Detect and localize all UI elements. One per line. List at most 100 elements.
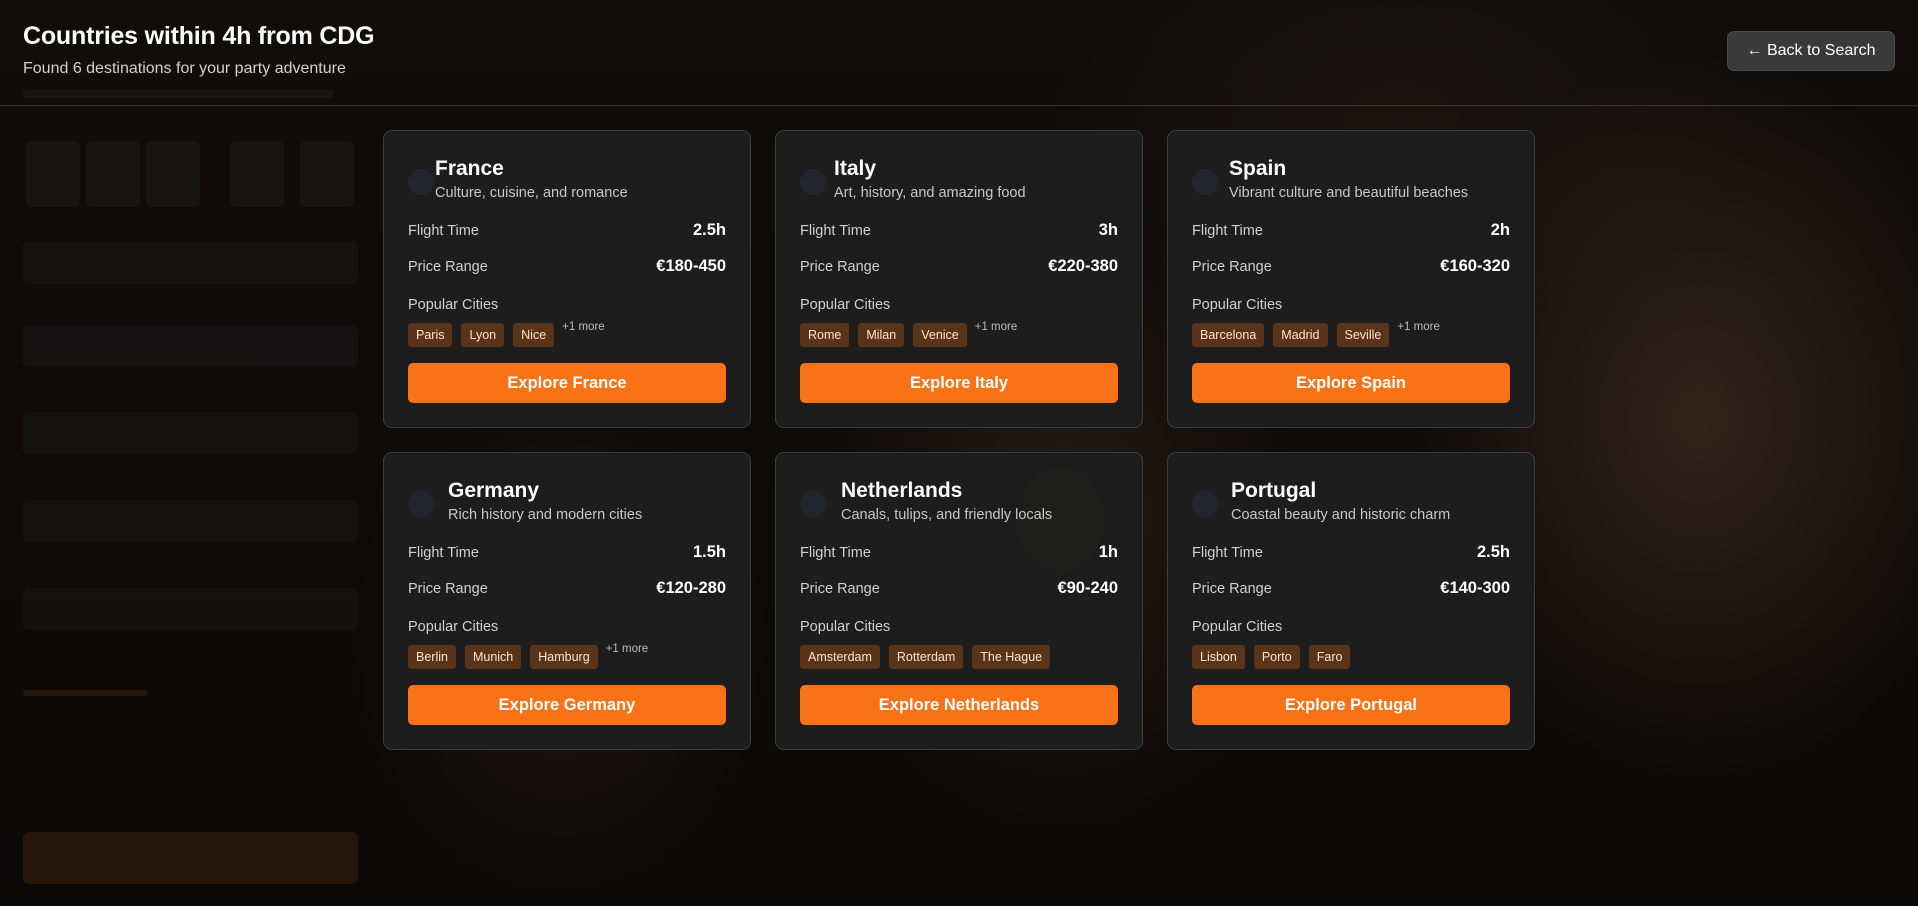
back-to-search-button[interactable]: ← Back to Search — [1727, 31, 1895, 71]
country-name: Germany — [448, 479, 540, 502]
more-cities-label: +1 more — [562, 321, 605, 333]
flight-time-value: 1h — [1098, 543, 1118, 561]
city-chip: Venice — [913, 323, 967, 347]
city-chip: Hamburg — [530, 645, 598, 669]
popular-cities-label: Popular Cities — [408, 619, 499, 635]
country-flag-icon — [408, 169, 434, 195]
sidebar-field — [23, 412, 358, 454]
explore-country-button[interactable]: Explore Portugal — [1192, 685, 1510, 725]
flight-time-value: 2.5h — [692, 221, 726, 239]
popular-cities-label: Popular Cities — [1192, 297, 1283, 313]
country-name: France — [435, 157, 504, 180]
city-chip: Porto — [1253, 645, 1300, 669]
sidebar-slider — [23, 690, 148, 696]
explore-country-button[interactable]: Explore Italy — [800, 363, 1118, 403]
page-title: Countries within 4h from CDG — [23, 22, 375, 50]
explore-country-button[interactable]: Explore France — [408, 363, 726, 403]
city-chip: Seville — [1336, 323, 1390, 347]
city-chip: Lisbon — [1192, 645, 1245, 669]
city-chip: Nice — [513, 323, 555, 347]
country-description: Canals, tulips, and friendly locals — [841, 507, 1053, 523]
country-name: Portugal — [1231, 479, 1317, 502]
city-chip: Amsterdam — [800, 645, 880, 669]
sidebar-tile — [230, 141, 284, 207]
flight-time-label: Flight Time — [408, 223, 479, 239]
city-chip: Faro — [1308, 645, 1351, 669]
sidebar-field — [23, 588, 358, 630]
city-chip: Munich — [464, 645, 522, 669]
ghost-line — [23, 90, 333, 98]
explore-country-button[interactable]: Explore Germany — [408, 685, 726, 725]
popular-cities-label: Popular Cities — [1192, 619, 1283, 635]
city-chip: Berlin — [408, 645, 456, 669]
price-range-label: Price Range — [408, 581, 488, 597]
country-card: Portugal Coastal beauty and historic cha… — [1167, 452, 1535, 750]
flight-time-value: 2.5h — [1476, 543, 1510, 561]
country-description: Art, history, and amazing food — [834, 185, 1026, 201]
country-flag-icon — [408, 491, 434, 517]
country-grid: France Culture, cuisine, and romance Fli… — [383, 130, 1535, 750]
city-chip-list: Paris Lyon Nice +1 more — [408, 321, 605, 347]
sidebar-tile — [86, 141, 140, 207]
price-range-label: Price Range — [1192, 581, 1272, 597]
popular-cities-label: Popular Cities — [408, 297, 499, 313]
flight-time-label: Flight Time — [408, 545, 479, 561]
country-flag-icon — [1192, 491, 1218, 517]
country-flag-icon — [1192, 169, 1218, 195]
sidebar-field — [23, 500, 358, 542]
flight-time-label: Flight Time — [800, 223, 871, 239]
flight-time-value: 2h — [1490, 221, 1510, 239]
city-chip-list: Amsterdam Rotterdam The Hague — [800, 645, 1051, 669]
city-chip: Rotterdam — [888, 645, 964, 669]
results-header: Countries within 4h from CDG Found 6 des… — [0, 0, 1918, 106]
flight-time-label: Flight Time — [1192, 223, 1263, 239]
country-card: France Culture, cuisine, and romance Fli… — [383, 130, 751, 428]
explore-country-button[interactable]: Explore Netherlands — [800, 685, 1118, 725]
flight-time-label: Flight Time — [800, 545, 871, 561]
price-range-value: €220-380 — [1048, 257, 1118, 275]
sidebar-field — [23, 242, 358, 284]
popular-cities-label: Popular Cities — [800, 619, 891, 635]
price-range-value: €120-280 — [656, 579, 726, 597]
city-chip-list: Rome Milan Venice +1 more — [800, 321, 1018, 347]
sidebar-field — [23, 325, 358, 367]
country-description: Culture, cuisine, and romance — [435, 185, 628, 201]
sidebar-tile — [300, 141, 354, 207]
country-description: Coastal beauty and historic charm — [1231, 507, 1451, 523]
country-card: Netherlands Canals, tulips, and friendly… — [775, 452, 1143, 750]
city-chip: Madrid — [1273, 323, 1328, 347]
country-description: Rich history and modern cities — [448, 507, 643, 523]
price-range-label: Price Range — [408, 259, 488, 275]
search-sidebar-dimmed — [0, 107, 370, 906]
popular-cities-label: Popular Cities — [800, 297, 891, 313]
flight-time-label: Flight Time — [1192, 545, 1263, 561]
country-card: Spain Vibrant culture and beautiful beac… — [1167, 130, 1535, 428]
price-range-label: Price Range — [800, 259, 880, 275]
city-chip-list: Berlin Munich Hamburg +1 more — [408, 643, 648, 669]
country-flag-icon — [800, 169, 826, 195]
more-cities-label: +1 more — [1397, 321, 1440, 333]
flight-time-value: 1.5h — [692, 543, 726, 561]
price-range-value: €180-450 — [656, 257, 726, 275]
country-name: Spain — [1229, 157, 1287, 180]
price-range-label: Price Range — [1192, 259, 1272, 275]
page-subtitle: Found 6 destinations for your party adve… — [23, 60, 346, 77]
city-chip: Lyon — [461, 323, 505, 347]
city-chip: The Hague — [972, 645, 1051, 669]
explore-country-button[interactable]: Explore Spain — [1192, 363, 1510, 403]
flight-time-value: 3h — [1098, 221, 1118, 239]
more-cities-label: +1 more — [974, 321, 1018, 333]
sidebar-tile — [146, 141, 200, 207]
sidebar-search-button — [23, 832, 358, 884]
price-range-value: €160-320 — [1440, 257, 1510, 275]
price-range-value: €90-240 — [1057, 579, 1118, 597]
city-chip: Paris — [408, 323, 453, 347]
country-card: Germany Rich history and modern cities F… — [383, 452, 751, 750]
city-chip: Milan — [858, 323, 905, 347]
country-card: Italy Art, history, and amazing food Fli… — [775, 130, 1143, 428]
country-name: Netherlands — [841, 479, 963, 502]
country-flag-icon — [800, 491, 826, 517]
country-name: Italy — [834, 157, 877, 180]
city-chip: Barcelona — [1192, 323, 1265, 347]
price-range-label: Price Range — [800, 581, 880, 597]
